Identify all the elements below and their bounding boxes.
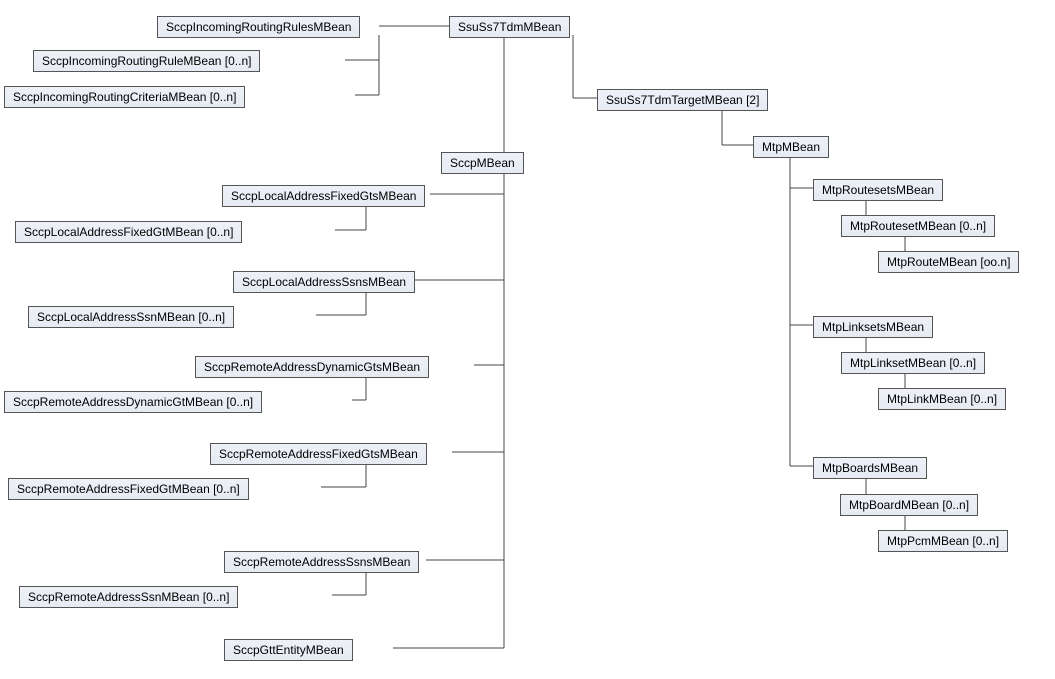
node-mtp-linkset: MtpLinksetMBean [0..n] xyxy=(841,352,985,374)
node-sccp-incoming-criteria: SccpIncomingRoutingCriteriaMBean [0..n] xyxy=(4,86,245,108)
node-mtp-boards: MtpBoardsMBean xyxy=(813,457,927,479)
node-sccp-rem-fix-gts: SccpRemoteAddressFixedGtsMBean xyxy=(210,443,427,465)
node-mtp-pcm: MtpPcmMBean [0..n] xyxy=(878,530,1008,552)
node-sccp-rem-ssns: SccpRemoteAddressSsnsMBean xyxy=(224,551,419,573)
node-sccp-local-ssn: SccpLocalAddressSsnMBean [0..n] xyxy=(28,306,234,328)
node-tdm-target: SsuSs7TdmTargetMBean [2] xyxy=(597,89,768,111)
node-sccp: SccpMBean xyxy=(441,152,524,174)
node-mtp-route: MtpRouteMBean [oo.n] xyxy=(878,251,1019,273)
node-sccp-incoming-rules: SccpIncomingRoutingRulesMBean xyxy=(157,16,360,38)
node-sccp-local-fixed-gt: SccpLocalAddressFixedGtMBean [0..n] xyxy=(15,221,242,243)
node-sccp-gtt: SccpGttEntityMBean xyxy=(224,639,353,661)
node-sccp-incoming-rule: SccpIncomingRoutingRuleMBean [0..n] xyxy=(33,50,260,72)
node-mtp-link: MtpLinkMBean [0..n] xyxy=(878,388,1006,410)
node-sccp-rem-dyn-gt: SccpRemoteAddressDynamicGtMBean [0..n] xyxy=(4,391,262,413)
node-sccp-local-fixed-gts: SccpLocalAddressFixedGtsMBean xyxy=(222,185,425,207)
node-root: SsuSs7TdmMBean xyxy=(449,16,570,38)
node-sccp-local-ssns: SccpLocalAddressSsnsMBean xyxy=(233,271,415,293)
node-mtp-routeset: MtpRoutesetMBean [0..n] xyxy=(841,215,995,237)
node-mtp: MtpMBean xyxy=(753,136,829,158)
node-mtp-routesets: MtpRoutesetsMBean xyxy=(813,179,943,201)
node-mtp-board: MtpBoardMBean [0..n] xyxy=(840,494,978,516)
node-sccp-rem-ssn: SccpRemoteAddressSsnMBean [0..n] xyxy=(19,586,238,608)
node-mtp-linksets: MtpLinksetsMBean xyxy=(813,316,933,338)
node-sccp-rem-fix-gt: SccpRemoteAddressFixedGtMBean [0..n] xyxy=(8,478,249,500)
node-sccp-rem-dyn-gts: SccpRemoteAddressDynamicGtsMBean xyxy=(195,356,429,378)
